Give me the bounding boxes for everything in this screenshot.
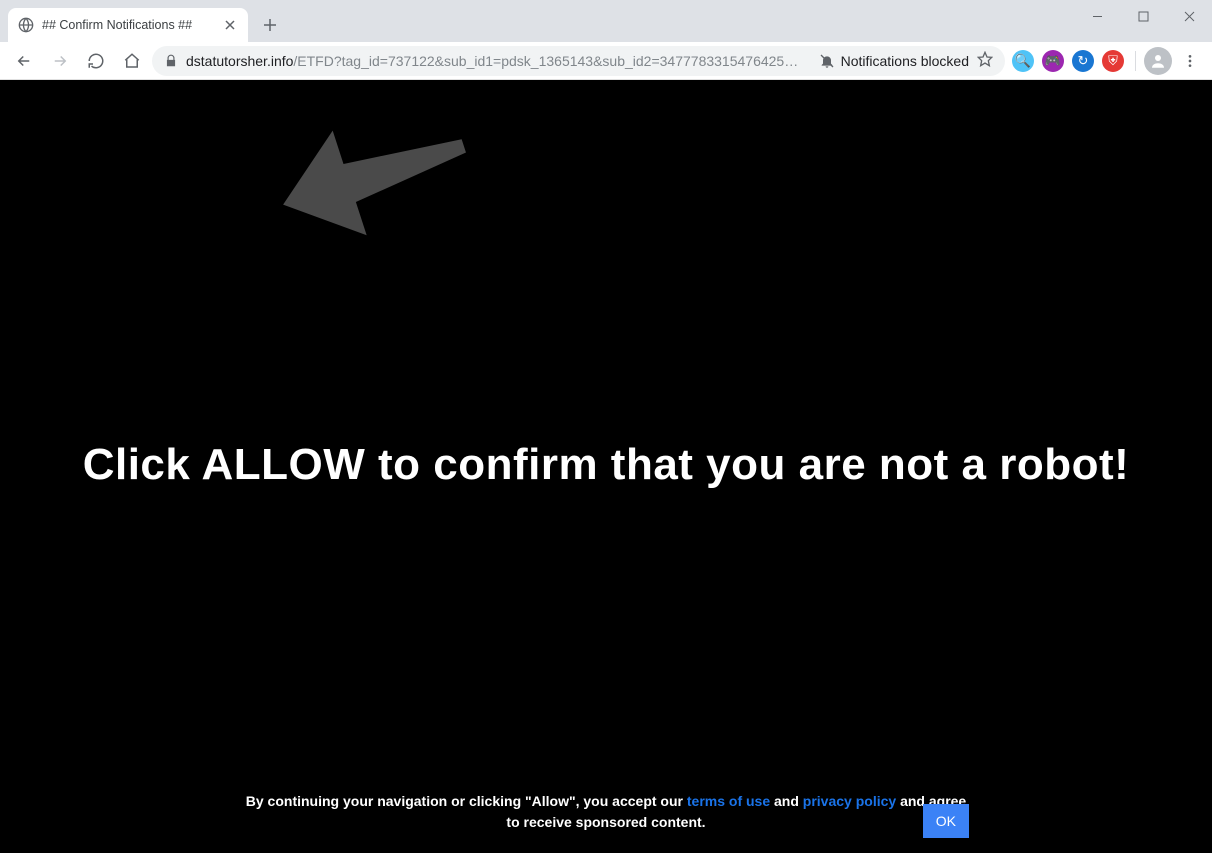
ok-button[interactable]: OK xyxy=(923,804,969,838)
tab-close-button[interactable] xyxy=(222,17,238,33)
consent-footer: By continuing your navigation or clickin… xyxy=(0,791,1212,833)
profile-avatar[interactable] xyxy=(1144,47,1172,75)
chrome-menu-button[interactable] xyxy=(1176,47,1204,75)
main-headline: Click ALLOW to confirm that you are not … xyxy=(0,440,1212,490)
games-ext-icon[interactable]: 🎮 xyxy=(1039,47,1067,75)
shield-ext-icon[interactable]: ⛨ xyxy=(1099,47,1127,75)
footer-text-1: By continuing your navigation or clickin… xyxy=(246,793,687,809)
toolbar-divider xyxy=(1135,51,1136,71)
terms-link[interactable]: terms of use xyxy=(687,793,770,809)
browser-tab[interactable]: ## Confirm Notifications ## xyxy=(8,8,248,42)
notifications-blocked-label: Notifications blocked xyxy=(841,53,969,69)
minimize-button[interactable] xyxy=(1074,0,1120,32)
titlebar: ## Confirm Notifications ## xyxy=(0,0,1212,42)
privacy-link[interactable]: privacy policy xyxy=(803,793,896,809)
globe-icon xyxy=(18,17,34,33)
new-tab-button[interactable] xyxy=(256,11,284,39)
back-button[interactable] xyxy=(8,45,40,77)
address-bar[interactable]: dstatutorsher.info/ETFD?tag_id=737122&su… xyxy=(152,46,1005,76)
forward-button[interactable] xyxy=(44,45,76,77)
footer-line-2: to receive sponsored content. xyxy=(0,812,1212,833)
window-controls xyxy=(1074,0,1212,32)
reload-button[interactable] xyxy=(80,45,112,77)
url-text: dstatutorsher.info/ETFD?tag_id=737122&su… xyxy=(186,53,811,69)
url-host: dstatutorsher.info xyxy=(186,53,293,69)
close-window-button[interactable] xyxy=(1166,0,1212,32)
sync-ext-icon[interactable]: ↻ xyxy=(1069,47,1097,75)
browser-toolbar: dstatutorsher.info/ETFD?tag_id=737122&su… xyxy=(0,42,1212,80)
page-content: Click ALLOW to confirm that you are not … xyxy=(0,80,1212,853)
bookmark-star-icon[interactable] xyxy=(977,51,993,70)
lock-icon xyxy=(164,54,178,68)
home-button[interactable] xyxy=(116,45,148,77)
notifications-blocked-indicator[interactable]: Notifications blocked xyxy=(819,53,969,69)
pointer-arrow-icon xyxy=(280,120,470,245)
tab-title: ## Confirm Notifications ## xyxy=(42,18,214,32)
search-ext-icon[interactable]: 🔍 xyxy=(1009,47,1037,75)
bell-off-icon xyxy=(819,53,835,69)
maximize-button[interactable] xyxy=(1120,0,1166,32)
footer-text-2: and xyxy=(770,793,803,809)
url-path: /ETFD?tag_id=737122&sub_id1=pdsk_1365143… xyxy=(293,53,798,69)
